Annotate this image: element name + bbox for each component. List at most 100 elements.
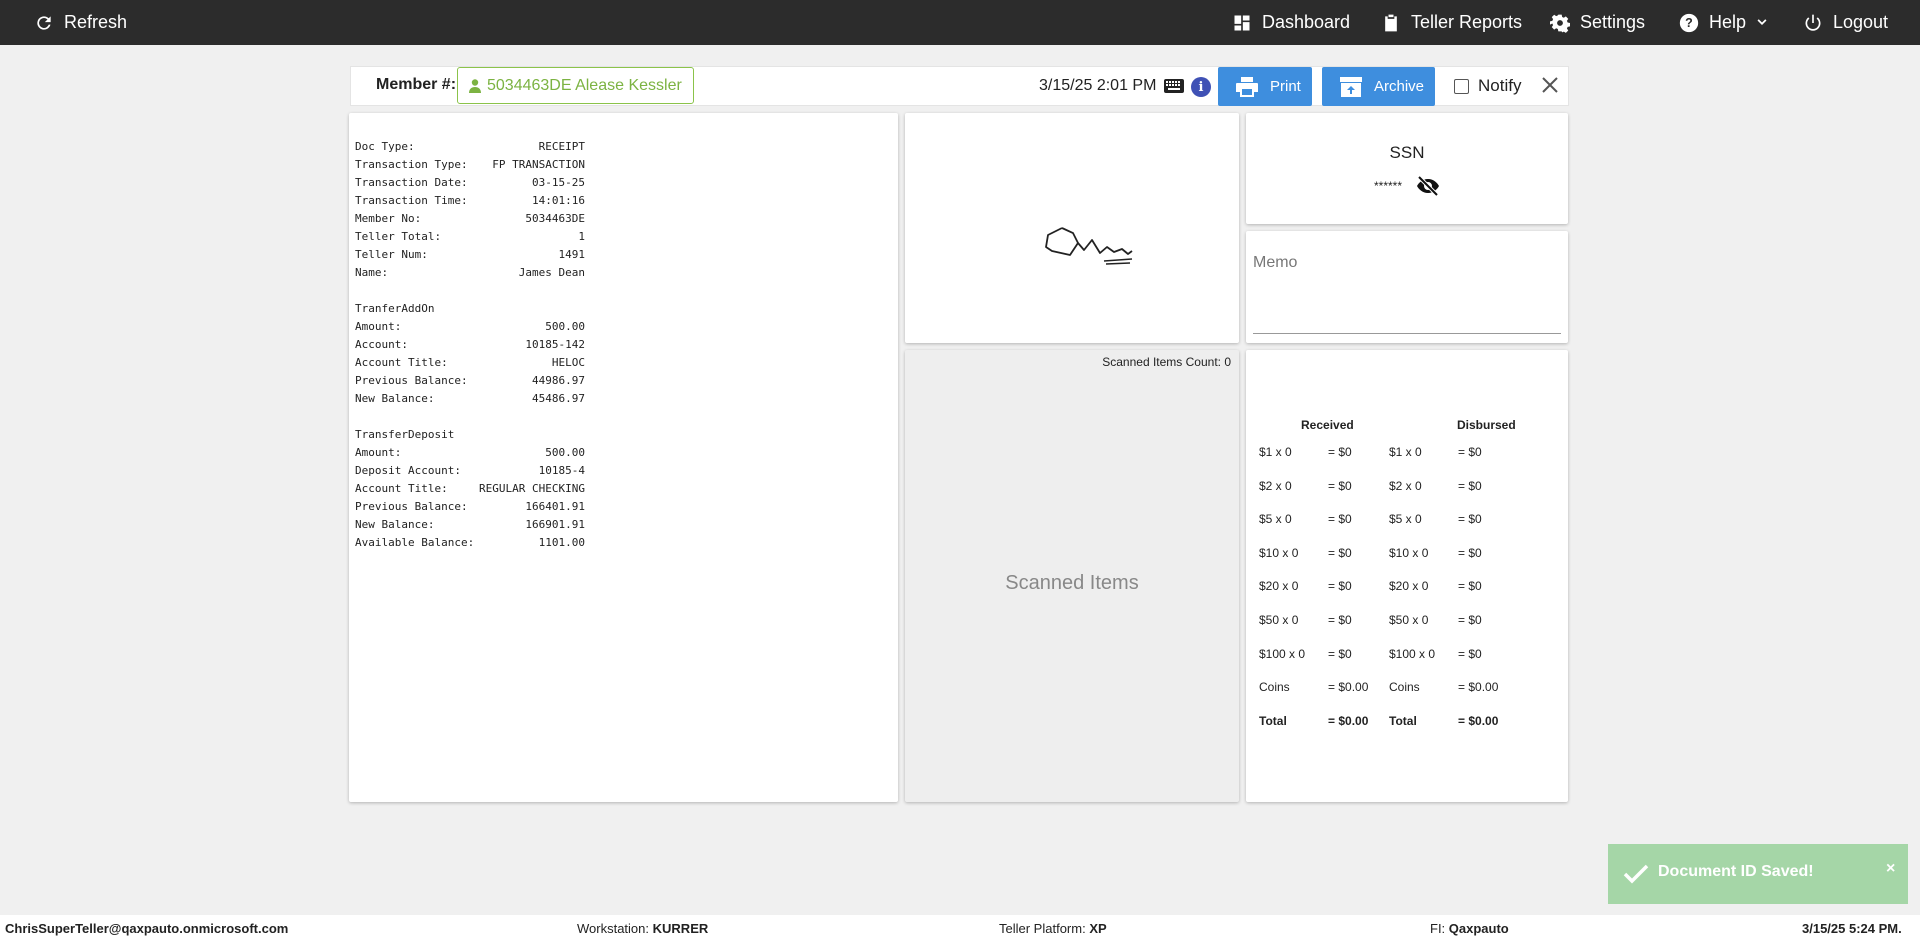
receipt-line: Previous Balance: 166401.91 bbox=[355, 498, 585, 516]
disbursed-amount: = $0 bbox=[1458, 613, 1482, 627]
close-icon[interactable] bbox=[1541, 76, 1559, 94]
received-amount: = $0 bbox=[1328, 546, 1352, 560]
received-amount: = $0 bbox=[1328, 479, 1352, 493]
disbursed-amount: = $0 bbox=[1458, 546, 1482, 560]
receipt-key: Available Balance: bbox=[355, 536, 475, 549]
receipt-line: Amount: 500.00 bbox=[355, 444, 585, 462]
receipt-line: Member No: 5034463DE bbox=[355, 210, 585, 228]
memo-field[interactable]: Memo bbox=[1253, 254, 1297, 272]
disbursed-denomination: $2 x 0 bbox=[1389, 479, 1422, 493]
notify-label: Notify bbox=[1478, 76, 1522, 95]
receipt-value: 1101.00 bbox=[538, 536, 585, 549]
chevron-down-icon bbox=[1757, 18, 1767, 25]
receipt-key: Amount: bbox=[355, 320, 402, 333]
receipt-value: 500.00 bbox=[545, 320, 585, 333]
receipt-value: 44986.97 bbox=[532, 374, 585, 387]
receipt-value: REGULAR CHECKING bbox=[479, 482, 585, 495]
receipt-line bbox=[355, 408, 585, 426]
archive-button[interactable]: Archive bbox=[1322, 67, 1435, 106]
scanned-items-panel: Scanned Items Count: 0 Scanned Items bbox=[905, 350, 1239, 802]
received-denomination: $10 x 0 bbox=[1259, 546, 1299, 560]
received-denomination: $1 x 0 bbox=[1259, 445, 1292, 459]
receipt-key: Name: bbox=[355, 266, 389, 279]
ssn-panel: SSN ****** bbox=[1246, 113, 1568, 224]
receipt-value: 1 bbox=[578, 230, 585, 243]
info-icon[interactable]: i bbox=[1191, 77, 1211, 97]
refresh-icon bbox=[37, 15, 51, 30]
footer-fi: FI: Qaxpauto bbox=[1430, 921, 1509, 936]
disbursed-denomination: Coins bbox=[1389, 680, 1420, 694]
disbursed-amount: = $0 bbox=[1458, 647, 1482, 661]
signature-image bbox=[1045, 227, 1133, 265]
receipt-key: Previous Balance: bbox=[355, 374, 468, 387]
receipt-key: Transaction Time: bbox=[355, 194, 468, 207]
checkbox-box[interactable] bbox=[1454, 78, 1469, 94]
nav-teller-reports[interactable]: Teller Reports bbox=[1381, 0, 1522, 45]
received-denomination: $5 x 0 bbox=[1259, 512, 1292, 526]
nav-help[interactable]: ? Help bbox=[1679, 0, 1768, 45]
scanned-items-title: Scanned Items bbox=[1005, 572, 1139, 594]
receipt-key: Member No: bbox=[355, 212, 422, 225]
receipt-key: Account Title: bbox=[355, 482, 448, 495]
receipt-key: Transaction Date: bbox=[355, 176, 468, 189]
disbursed-amount: = $0.00 bbox=[1458, 714, 1499, 728]
receipt-line: Account Title: REGULAR CHECKING bbox=[355, 480, 585, 498]
receipt-key: Teller Num: bbox=[355, 248, 428, 261]
notify-checkbox[interactable]: Notify bbox=[1454, 76, 1521, 96]
cash-panel: Received Disbursed $1 x 0 = $0 $1 x 0 = $0 $… bbox=[1246, 350, 1568, 802]
nav-settings[interactable]: Settings bbox=[1550, 0, 1645, 45]
receipt-line: Transaction Type: FP TRANSACTION bbox=[355, 156, 585, 174]
disbursed-denomination: $50 x 0 bbox=[1389, 613, 1429, 627]
disbursed-header: Disbursed bbox=[1457, 418, 1516, 432]
receipt-line: New Balance: 166901.91 bbox=[355, 516, 585, 534]
footer-workstation-label: Workstation: bbox=[577, 921, 650, 936]
disbursed-denomination: Total bbox=[1389, 714, 1417, 728]
receipt-value: HELOC bbox=[551, 356, 585, 369]
receipt-line: New Balance: 45486.97 bbox=[355, 390, 585, 408]
member-label: Member #: bbox=[376, 76, 457, 93]
received-denomination: $100 x 0 bbox=[1259, 647, 1306, 661]
toast-close-button[interactable]: × bbox=[1886, 860, 1895, 878]
disbursed-denomination: $100 x 0 bbox=[1389, 647, 1436, 661]
member-value: 5034463DE Alease Kessler bbox=[487, 76, 682, 94]
receipt-value: 45486.97 bbox=[532, 392, 585, 405]
nav-teller-reports-label: Teller Reports bbox=[1411, 12, 1523, 32]
received-amount: = $0 bbox=[1328, 613, 1352, 627]
receipt-value: James Dean bbox=[518, 266, 585, 279]
footer-fi-value: Qaxpauto bbox=[1448, 921, 1509, 936]
memo-panel: Memo bbox=[1246, 231, 1568, 343]
received-amount: = $0 bbox=[1328, 445, 1352, 459]
footer-datetime: 3/15/25 5:24 PM. bbox=[1802, 921, 1902, 936]
nav-dashboard[interactable]: Dashboard bbox=[1232, 0, 1350, 45]
scanned-items-count: Scanned Items Count: 0 bbox=[1102, 355, 1231, 369]
transaction-datetime: 3/15/25 2:01 PM bbox=[1039, 77, 1157, 94]
receipt-key: Previous Balance: bbox=[355, 500, 468, 513]
ssn-value: ****** bbox=[1374, 179, 1403, 193]
disbursed-amount: = $0 bbox=[1458, 512, 1482, 526]
receipt-line: TransferDeposit bbox=[355, 426, 585, 444]
footer-datetime-value: 3/15/25 5:24 PM. bbox=[1802, 921, 1902, 936]
status-footer: ChrisSuperTeller@qaxpauto.onmicrosoft.co… bbox=[0, 915, 1920, 941]
nav-logout[interactable]: Logout bbox=[1803, 0, 1888, 45]
footer-platform-value: XP bbox=[1089, 921, 1107, 936]
receipt-value: 10185-4 bbox=[538, 464, 585, 477]
received-denomination: $50 x 0 bbox=[1259, 613, 1299, 627]
toast-message: Document ID Saved! bbox=[1658, 863, 1814, 880]
memo-underline bbox=[1253, 333, 1561, 334]
disbursed-denomination: $5 x 0 bbox=[1389, 512, 1422, 526]
print-button[interactable]: Print bbox=[1218, 67, 1312, 106]
refresh-button[interactable]: Refresh bbox=[34, 0, 127, 45]
member-chip[interactable]: 5034463DE Alease Kessler bbox=[457, 67, 694, 104]
receipt-line: Deposit Account: 10185-4 bbox=[355, 462, 585, 480]
receipt-line: Transaction Time: 14:01:16 bbox=[355, 192, 585, 210]
received-denomination: $20 x 0 bbox=[1259, 579, 1299, 593]
footer-fi-label: FI: bbox=[1430, 921, 1446, 936]
receipt-key: New Balance: bbox=[355, 518, 435, 531]
keyboard-icon[interactable] bbox=[1164, 79, 1184, 93]
archive-icon bbox=[1340, 76, 1362, 97]
eye-slash-icon[interactable] bbox=[1416, 176, 1440, 196]
receipt-value: 500.00 bbox=[545, 446, 585, 459]
received-denomination: Coins bbox=[1259, 680, 1290, 694]
receipt-panel: Doc Type: RECEIPT Transaction Type: FP TRAN… bbox=[349, 113, 898, 802]
receipt-key: Teller Total: bbox=[355, 230, 442, 243]
